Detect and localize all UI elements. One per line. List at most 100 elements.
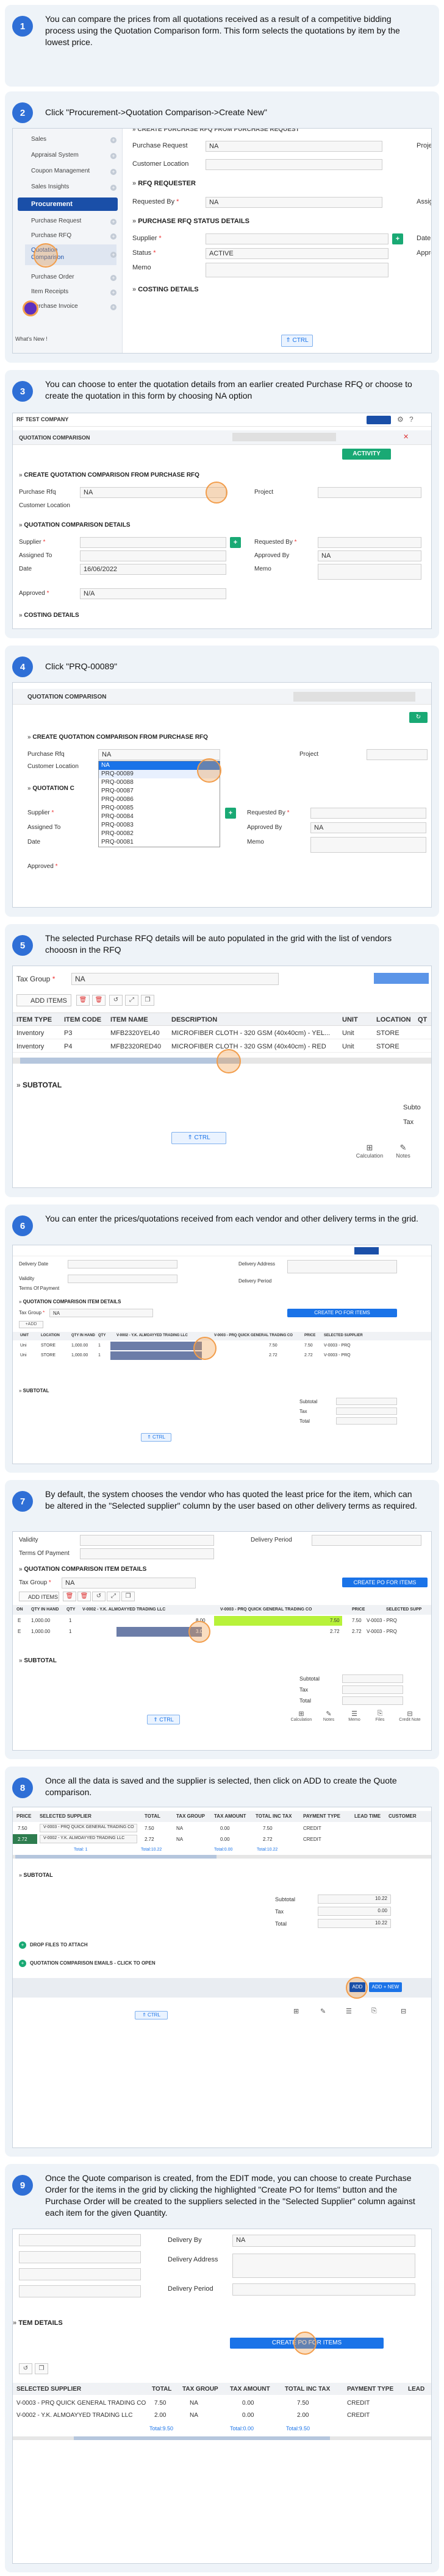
create-new-highlight[interactable] <box>23 301 38 316</box>
expand-icon[interactable]: + <box>110 252 116 258</box>
section-item-details[interactable]: TEM DETAILS <box>13 2319 63 2327</box>
section-costing[interactable]: COSTING DETAILS <box>19 612 79 619</box>
purchase-rfq-select[interactable]: NA <box>98 749 220 760</box>
section-subtotal[interactable]: SUBTOTAL <box>16 1081 62 1089</box>
add-items-button[interactable]: +ADD <box>19 1321 43 1328</box>
calculator-icon[interactable]: ⊞ <box>293 2007 299 2015</box>
copy-icon[interactable]: ❐ <box>121 1592 135 1601</box>
option-prq-00081[interactable]: PRQ-00081 <box>99 838 220 847</box>
files-button[interactable]: ⎘ Files <box>368 1710 392 1722</box>
create-po-button[interactable]: CREATE PO FOR ITEMS <box>342 1578 428 1587</box>
validity-input[interactable] <box>80 1535 214 1546</box>
add-button[interactable]: ADD <box>349 1982 365 1992</box>
notes-button[interactable]: ✎ Notes <box>317 1710 341 1722</box>
status-select[interactable]: ACTIVE <box>206 248 389 259</box>
add-items-button[interactable]: ADD ITEMS <box>19 1592 59 1601</box>
expand-icon[interactable]: + <box>110 185 116 191</box>
add-supplier-button[interactable]: + <box>392 233 403 244</box>
vendor-price-input[interactable] <box>110 1342 202 1350</box>
option-prq-00083[interactable]: PRQ-00083 <box>99 821 220 830</box>
option-prq-00084[interactable]: PRQ-00084 <box>99 813 220 821</box>
tax-group-select[interactable]: NA <box>62 1578 196 1589</box>
cell-selected-supplier[interactable]: V-0003 - PRQ <box>367 1629 397 1634</box>
refresh-icon[interactable]: ↺ <box>92 1592 106 1601</box>
delivery-address-input[interactable] <box>232 2254 415 2278</box>
project-input[interactable] <box>367 749 428 760</box>
credit-note-icon[interactable]: ⊟ <box>401 2007 406 2015</box>
memo-icon[interactable]: ☰ <box>346 2007 352 2015</box>
ctrl-button[interactable]: ⇑ CTRL <box>171 1132 226 1144</box>
activity-button[interactable]: ↻ <box>409 712 428 723</box>
selected-supplier-select[interactable]: V-0002 - Y.K. ALMOAYYED TRADING LLC <box>40 1835 137 1843</box>
notes-button[interactable]: ✎ Notes <box>391 1143 415 1159</box>
menu-appraisal[interactable]: Appraisal System <box>31 152 79 158</box>
user-pill[interactable] <box>354 1247 379 1254</box>
approved-by-select[interactable]: NA <box>310 822 426 833</box>
requested-by-select[interactable] <box>310 808 426 819</box>
approved-select[interactable]: N/A <box>80 588 226 599</box>
option-prq-00087[interactable]: PRQ-00087 <box>99 787 220 795</box>
help-icon[interactable]: ? <box>409 415 414 424</box>
add-items-button[interactable]: ADD ITEMS <box>16 994 71 1006</box>
section-rfq-status[interactable]: PURCHASE RFQ STATUS DETAILS <box>132 218 249 225</box>
customer-location-input[interactable] <box>206 159 382 170</box>
tax-group-action[interactable] <box>374 973 429 984</box>
notes-icon[interactable]: ✎ <box>320 2007 326 2015</box>
add-supplier-button[interactable]: + <box>225 808 236 819</box>
delivery-period-input[interactable] <box>232 2283 415 2296</box>
ctrl-button[interactable]: ⇑ CTRL <box>135 2011 168 2019</box>
section-item-details[interactable]: QUOTATION COMPARISON ITEM DETAILS <box>19 1566 146 1573</box>
whats-new-link[interactable]: What's New ! <box>15 336 48 342</box>
calculation-button[interactable]: ⊞ Calculation <box>287 1710 315 1722</box>
module-search[interactable] <box>293 692 415 702</box>
requested-by-select[interactable] <box>318 537 421 548</box>
menu-purchase-order[interactable]: Purchase Order <box>31 274 74 280</box>
section-quotation-cut[interactable]: QUOTATION C <box>27 785 74 792</box>
section-subtotal[interactable]: SUBTOTAL <box>19 1388 49 1393</box>
delivery-by-select[interactable]: NA <box>232 2235 415 2247</box>
option-prq-00085[interactable]: PRQ-00085 <box>99 804 220 813</box>
menu-sales-insights[interactable]: Sales Insights <box>31 183 69 190</box>
close-icon[interactable]: ✕ <box>403 433 409 441</box>
cell-selected-supplier[interactable]: V-0003 - PRQ <box>367 1618 397 1623</box>
menu-purchase-rfq[interactable]: Purchase RFQ <box>31 232 71 239</box>
section-costing[interactable]: COSTING DETAILS <box>132 286 198 293</box>
project-input[interactable] <box>318 487 421 498</box>
expand-icon[interactable]: ⤢ <box>125 995 138 1006</box>
menu-purchase-request[interactable]: Purchase Request <box>31 218 81 224</box>
credit-note-button[interactable]: ⊟ Credit Note <box>393 1710 426 1722</box>
option-prq-00086[interactable]: PRQ-00086 <box>99 795 220 804</box>
memo-button[interactable]: ☰ Memo <box>342 1710 367 1722</box>
refresh-icon[interactable]: ↺ <box>109 995 123 1006</box>
expand-icon[interactable]: + <box>110 219 116 225</box>
settings-icon[interactable]: ⚙ <box>397 415 404 424</box>
vendor-price-input[interactable] <box>110 1351 202 1360</box>
option-prq-00082[interactable]: PRQ-00082 <box>99 830 220 838</box>
ctrl-button[interactable]: ⇑ CTRL <box>281 335 313 347</box>
selected-supplier-select[interactable]: V-0003 - PRQ QUICK GENERAL TRADING CO <box>40 1824 137 1832</box>
drop-files-row[interactable]: + DROP FILES TO ATTACH <box>19 1941 263 1950</box>
left-field[interactable] <box>19 2234 141 2246</box>
memo-input[interactable] <box>206 263 389 277</box>
menu-item-receipts[interactable]: Item Receipts <box>31 288 68 295</box>
expand-icon[interactable]: + <box>110 304 116 310</box>
expand-icon[interactable]: + <box>110 169 116 175</box>
section-create-from-rfq[interactable]: CREATE QUOTATION COMPARISON FROM PURCHAS… <box>19 472 199 479</box>
purchase-rfq-select[interactable]: NA <box>80 487 226 498</box>
menu-procurement[interactable]: Procurement <box>18 197 118 211</box>
activity-button[interactable]: ACTIVITY <box>342 449 391 460</box>
delete-all-icon[interactable]: 🗑 <box>77 1592 91 1601</box>
email-row[interactable]: + QUOTATION COMPARISON EMAILS - CLICK TO… <box>19 1960 263 1968</box>
cell-vendor-v0003[interactable]: 2.72 <box>269 1353 278 1357</box>
paperclip-icon[interactable]: ⎘ <box>371 2007 377 2015</box>
section-subtotal[interactable]: SUBTOTAL <box>19 1872 53 1878</box>
cell-selected-supplier[interactable]: V-0003 - PRQ <box>324 1353 351 1357</box>
ctrl-button[interactable]: ⇑ CTRL <box>141 1433 171 1442</box>
cell-vendor-v0003[interactable]: 7.50 <box>330 1618 340 1623</box>
requested-by-select[interactable]: NA <box>206 197 382 208</box>
assigned-to-select[interactable] <box>80 550 226 561</box>
scrollbar-thumb[interactable] <box>15 1855 217 1859</box>
expand-icon[interactable]: + <box>110 233 116 240</box>
date-input[interactable]: 16/06/2022 <box>80 564 226 575</box>
cell-vendor-v0003[interactable]: 2.72 <box>330 1629 340 1634</box>
